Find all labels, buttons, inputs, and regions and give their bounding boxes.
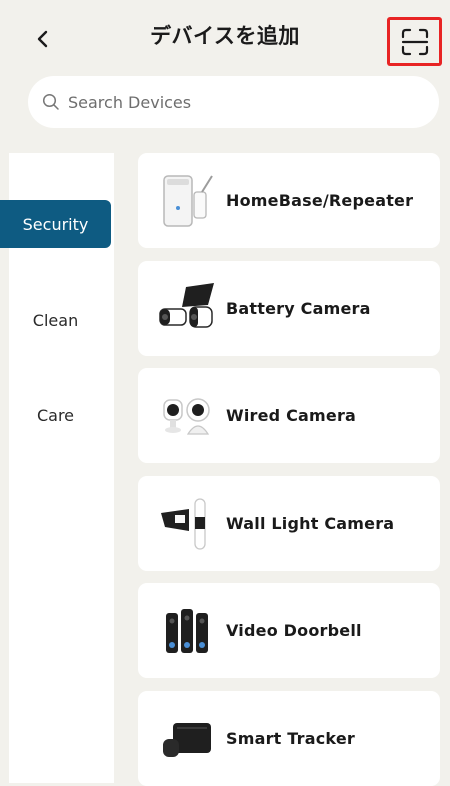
wall-light-camera-icon [156, 489, 218, 559]
device-label: Battery Camera [226, 299, 371, 318]
search-bar[interactable] [28, 76, 439, 128]
device-card-homebase[interactable]: HomeBase/Repeater [138, 153, 440, 248]
search-input[interactable] [66, 91, 410, 113]
device-card-video-doorbell[interactable]: Video Doorbell [138, 583, 440, 678]
device-card-wall-light-camera[interactable]: Wall Light Camera [138, 476, 440, 571]
sidebar-item-care[interactable]: Care [0, 391, 111, 439]
device-label: Video Doorbell [226, 621, 362, 640]
homebase-icon [156, 166, 218, 236]
search-icon [42, 93, 59, 110]
sidebar-item-security[interactable]: Security [0, 200, 111, 248]
smart-tracker-icon [156, 704, 218, 774]
device-label: Smart Tracker [226, 729, 355, 748]
video-doorbell-icon [156, 596, 218, 666]
device-label: HomeBase/Repeater [226, 191, 414, 210]
sidebar-item-clean[interactable]: Clean [0, 296, 111, 344]
device-label: Wired Camera [226, 406, 357, 425]
scan-icon [401, 28, 428, 55]
header: デバイスを追加 [0, 0, 450, 80]
device-card-smart-tracker[interactable]: Smart Tracker [138, 691, 440, 786]
device-card-wired-camera[interactable]: Wired Camera [138, 368, 440, 463]
scan-button[interactable] [387, 17, 442, 66]
device-card-battery-camera[interactable]: Battery Camera [138, 261, 440, 356]
battery-camera-icon [156, 274, 218, 344]
device-label: Wall Light Camera [226, 514, 395, 533]
page-title: デバイスを追加 [150, 24, 300, 48]
wired-camera-icon [156, 381, 218, 451]
